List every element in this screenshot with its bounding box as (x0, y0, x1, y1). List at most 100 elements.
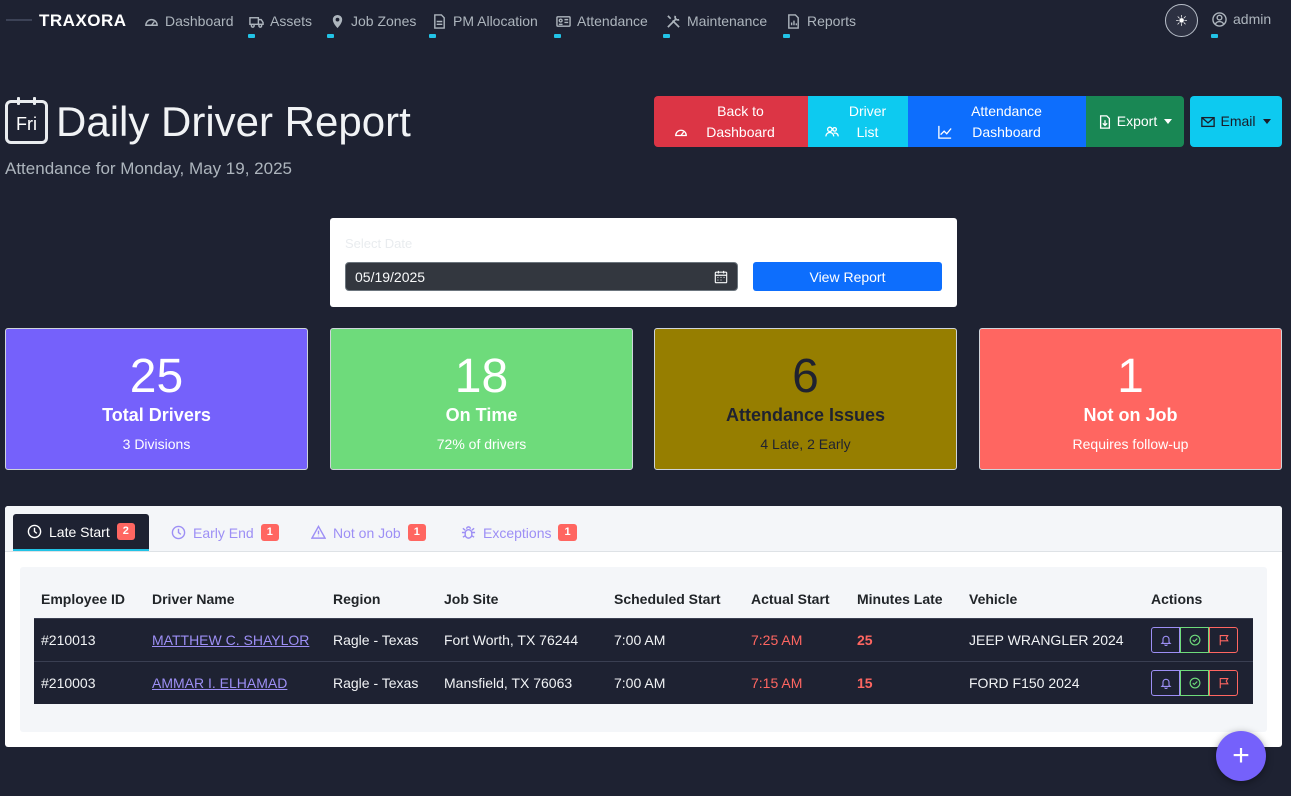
nav-indicator (1211, 34, 1218, 38)
line-chart-icon (937, 125, 952, 139)
clock-icon (171, 525, 186, 540)
approve-button[interactable] (1180, 626, 1209, 653)
attendance-dashboard-button[interactable]: Attendance Dashboard (908, 96, 1086, 147)
column-header[interactable]: Scheduled Start (607, 581, 744, 618)
user-menu[interactable]: admin (1212, 11, 1271, 27)
column-header[interactable]: Driver Name (145, 581, 326, 618)
report-icon (788, 13, 799, 29)
nav-attendance[interactable]: Attendance (556, 11, 648, 31)
chevron-down-icon (1164, 119, 1173, 124)
vehicle: JEEP WRANGLER 2024 (962, 617, 1144, 661)
check-circle-icon (1189, 677, 1200, 689)
user-circle-icon (1212, 11, 1227, 27)
nav-reports[interactable]: Reports (786, 11, 856, 31)
nav-dashboard-label: Dashboard (165, 13, 234, 29)
tab-late-start[interactable]: Late Start 2 (13, 514, 149, 551)
driver-name-link[interactable]: MATTHEW C. SHAYLOR (152, 632, 309, 648)
table-row: #210003 AMMAR I. ELHAMAD Ragle - Texas M… (34, 660, 1253, 704)
attendance-dashboard-content: Attendance Dashboard (937, 101, 1057, 143)
column-header[interactable]: Vehicle (962, 581, 1144, 618)
email-label: Email (1220, 113, 1256, 129)
nav-job-zones[interactable]: Job Zones (330, 11, 416, 31)
tab-early-end[interactable]: Early End 1 (157, 514, 293, 551)
sidebar-toggle[interactable] (6, 19, 32, 21)
view-report-button[interactable]: View Report (753, 262, 942, 291)
add-fab-button[interactable]: + (1216, 731, 1266, 781)
users-icon (824, 126, 839, 136)
count-badge: 1 (558, 524, 577, 541)
tab-bar: Late Start 2 Early End 1 Not on Job 1 Ex… (5, 506, 1282, 552)
flag-icon (1219, 677, 1229, 688)
nav-dashboard[interactable]: Dashboard (144, 11, 234, 31)
stat-subtext: 4 Late, 2 Early (760, 436, 851, 452)
nav-pm-allocation[interactable]: PM Allocation (432, 11, 538, 31)
count-badge: 1 (260, 524, 279, 541)
column-header[interactable]: Employee ID (34, 581, 145, 618)
job-site: Mansfield, TX 76063 (437, 660, 607, 704)
notify-button[interactable] (1151, 626, 1180, 653)
page-title: Daily Driver Report (56, 98, 411, 145)
nav-pm-allocation-label: PM Allocation (453, 13, 538, 29)
theme-toggle-button[interactable]: ☀ (1165, 4, 1198, 37)
column-header: Actions (1151, 591, 1203, 608)
email-dropdown-button[interactable]: Email (1190, 96, 1282, 147)
date-label: Select Date (345, 236, 413, 251)
minutes-late: 25 (850, 617, 962, 661)
file-download-icon (1099, 114, 1110, 129)
nav-maintenance[interactable]: Maintenance (666, 11, 767, 31)
column-header[interactable]: Minutes Late (850, 581, 962, 618)
driver-list-button[interactable]: Driver List (808, 96, 908, 147)
nav-indicator (663, 34, 670, 38)
column-header[interactable]: Actual Start (744, 581, 850, 618)
back-to-dashboard-button[interactable]: Back to Dashboard (654, 96, 808, 147)
calendar-picker-icon[interactable] (714, 270, 728, 284)
driver-list-label: Driver List (848, 102, 887, 140)
report-tabs-panel: Late Start 2 Early End 1 Not on Job 1 Ex… (5, 506, 1282, 747)
speedometer-icon (674, 129, 687, 136)
approve-button[interactable] (1180, 669, 1209, 696)
map-pin-icon (332, 14, 343, 28)
late-start-table-container: Employee ID Driver Name Region Job Site … (20, 567, 1267, 732)
nav-reports-label: Reports (807, 13, 857, 29)
back-to-dashboard-content: Back to Dashboard (674, 101, 789, 143)
page-header: Fri Daily Driver Report (5, 97, 411, 146)
driver-name-link[interactable]: AMMAR I. ELHAMAD (152, 675, 287, 691)
row-actions (1151, 626, 1246, 653)
nav-indicator (783, 34, 790, 38)
flag-button[interactable] (1209, 669, 1238, 696)
envelope-icon (1201, 116, 1216, 127)
tab-label: Early End (193, 524, 254, 541)
clock-icon (27, 524, 42, 539)
count-badge: 2 (116, 523, 135, 540)
driver-name-cell: AMMAR I. ELHAMAD (145, 660, 326, 704)
plus-icon: + (1232, 739, 1250, 772)
stat-subtext: 72% of drivers (436, 436, 527, 452)
stat-subtext: 3 Divisions (122, 436, 191, 452)
date-input[interactable]: 05/19/2025 (345, 262, 738, 291)
flag-button[interactable] (1209, 626, 1238, 653)
employee-id: #210003 (34, 660, 145, 704)
tab-not-on-job[interactable]: Not on Job 1 (297, 514, 440, 551)
export-dropdown-button[interactable]: Export (1086, 96, 1184, 147)
attendance-dashboard-label: Attendance Dashboard (971, 102, 1042, 140)
column-header[interactable]: Job Site (437, 581, 607, 618)
tab-exceptions[interactable]: Exceptions 1 (447, 514, 591, 551)
brand-logo[interactable]: TRAXORA (39, 11, 127, 31)
scheduled-start: 7:00 AM (607, 660, 744, 704)
late-start-table: Employee ID Driver Name Region Job Site … (34, 581, 1253, 704)
nav-job-zones-label: Job Zones (351, 13, 417, 29)
truck-icon (249, 16, 264, 28)
bug-icon (461, 526, 476, 539)
stat-value: 1 (1117, 350, 1144, 403)
stat-subtext: Requires follow-up (1072, 436, 1189, 452)
notify-button[interactable] (1151, 669, 1180, 696)
actions-cell (1144, 660, 1253, 704)
stat-label: Total Drivers (102, 405, 211, 425)
column-header[interactable]: Region (326, 581, 437, 618)
nav-assets[interactable]: Assets (249, 11, 312, 31)
count-badge: 1 (407, 524, 426, 541)
tab-label: Late Start (49, 523, 110, 540)
nav-indicator (248, 34, 255, 38)
id-card-icon (556, 15, 571, 27)
date-value: 05/19/2025 (355, 268, 426, 285)
